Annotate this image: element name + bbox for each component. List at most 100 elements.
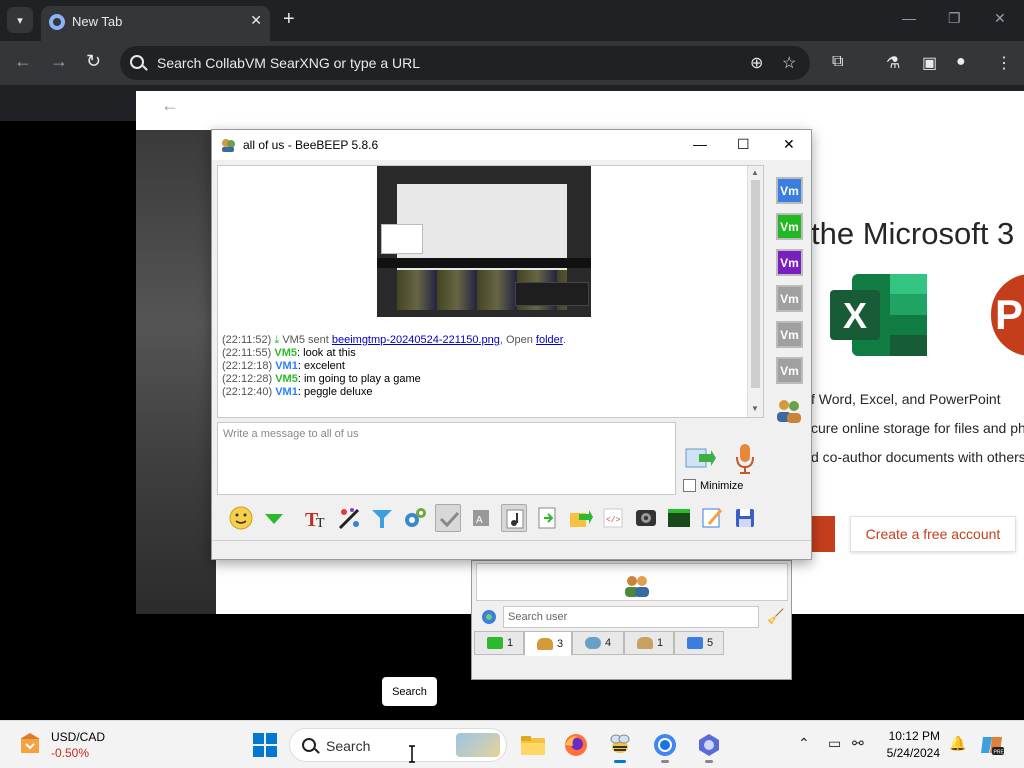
- member-avatar[interactable]: Vm: [776, 249, 803, 276]
- network-volume-icon[interactable]: ⚯: [852, 735, 864, 752]
- font-color-icon[interactable]: [336, 504, 362, 532]
- sign-in-button[interactable]: [811, 516, 835, 552]
- html-code-icon[interactable]: </>: [600, 504, 626, 532]
- hero-heading: the Microsoft 3: [811, 216, 1015, 251]
- send-message-icon[interactable]: [685, 446, 717, 470]
- message-text: : excelent: [297, 360, 345, 372]
- member-avatar[interactable]: Vm: [776, 321, 803, 348]
- profile-avatar-icon[interactable]: ●: [956, 53, 966, 71]
- tab-close-icon[interactable]: ✕: [250, 12, 262, 29]
- sound-note-icon[interactable]: [501, 504, 527, 532]
- scroll-down-arrow-icon[interactable]: ▼: [751, 404, 759, 413]
- tab-users[interactable]: 3: [524, 631, 572, 656]
- chat-close-button[interactable]: ✕: [783, 136, 795, 153]
- search-icon: [130, 55, 144, 69]
- page-back-arrow-icon[interactable]: ←: [161, 95, 179, 116]
- chrome-favicon-icon: [49, 14, 65, 30]
- member-avatar[interactable]: Vm: [776, 357, 803, 384]
- members-group-icon[interactable]: [774, 397, 804, 425]
- minimize-checkbox[interactable]: [683, 479, 696, 492]
- edit-note-icon[interactable]: [699, 504, 725, 532]
- expand-down-icon[interactable]: [261, 504, 287, 532]
- message-input[interactable]: Write a message to all of us: [217, 422, 676, 495]
- create-account-button[interactable]: Create a free account: [850, 516, 1016, 552]
- forward-button[interactable]: →: [50, 51, 68, 72]
- chat-scrollbar[interactable]: ▲ ▼: [747, 166, 763, 417]
- font-icon[interactable]: TT: [303, 504, 329, 532]
- word-completer-icon[interactable]: A: [468, 504, 494, 532]
- scrollbar-thumb[interactable]: [751, 180, 760, 388]
- shared-screenshot-image[interactable]: [377, 166, 591, 317]
- chat-minimize-button[interactable]: —: [693, 136, 707, 152]
- copilot-pre-icon[interactable]: PRE: [980, 733, 1004, 757]
- chat-titlebar[interactable]: all of us - BeeBEEP 5.8.6 — ☐ ✕: [212, 130, 811, 160]
- firefox-icon[interactable]: [563, 732, 589, 758]
- tab-network[interactable]: 5: [674, 631, 724, 655]
- tab-people[interactable]: 1: [624, 631, 674, 655]
- reload-button[interactable]: ↻: [86, 51, 101, 72]
- stock-market-icon[interactable]: [17, 731, 43, 757]
- stock-name[interactable]: USD/CAD: [51, 730, 105, 744]
- address-bar[interactable]: Search CollabVM SearXNG or type a URL ⊕ …: [120, 46, 810, 80]
- back-button[interactable]: ←: [14, 51, 32, 72]
- excel-logo-icon: X: [830, 274, 927, 356]
- message-text: .: [562, 334, 566, 346]
- stock-change[interactable]: -0.50%: [51, 746, 89, 760]
- network-icon: [687, 637, 703, 649]
- tab-search-button[interactable]: ▾: [7, 7, 33, 33]
- microphone-icon[interactable]: [734, 443, 756, 475]
- start-button-windows-icon[interactable]: [253, 733, 277, 757]
- window-minimize-button[interactable]: —: [902, 10, 916, 26]
- camera-screenshot-icon[interactable]: [633, 504, 659, 532]
- new-tab-button[interactable]: +: [283, 8, 295, 30]
- window-restore-button[interactable]: ❐: [948, 10, 961, 27]
- settings-gears-icon[interactable]: [402, 504, 428, 532]
- open-folder-link[interactable]: folder: [536, 334, 563, 346]
- network-status-icon: [482, 610, 496, 624]
- search-user-input[interactable]: Search user: [503, 606, 759, 628]
- side-panel-icon[interactable]: ▣: [922, 53, 937, 73]
- chrome-taskbar-icon[interactable]: [652, 732, 678, 758]
- bookmark-star-icon[interactable]: ☆: [782, 53, 796, 73]
- file-explorer-icon[interactable]: [520, 732, 546, 758]
- clock-time[interactable]: 10:12 PM: [888, 729, 940, 743]
- window-close-button[interactable]: ✕: [994, 10, 1006, 27]
- spell-check-icon[interactable]: [435, 504, 461, 532]
- tab-groups[interactable]: 4: [572, 631, 624, 655]
- tab-new-tab[interactable]: New Tab ✕: [41, 6, 270, 41]
- member-avatar[interactable]: Vm: [776, 285, 803, 312]
- send-file-icon[interactable]: [567, 504, 593, 532]
- display-icon[interactable]: ▭: [828, 735, 841, 752]
- zoom-icon[interactable]: ⊕: [750, 53, 763, 73]
- tray-overflow-chevron-icon[interactable]: ⌃: [798, 735, 810, 752]
- beebeep-taskbar-icon[interactable]: [607, 732, 633, 758]
- emoji-icon[interactable]: [228, 504, 254, 532]
- screen-capture-icon[interactable]: [666, 504, 692, 532]
- extensions-icon[interactable]: ⧉: [832, 53, 843, 71]
- clear-broom-icon[interactable]: 🧹: [767, 608, 784, 625]
- scroll-up-arrow-icon[interactable]: ▲: [751, 168, 759, 177]
- save-chat-icon[interactable]: [534, 504, 560, 532]
- text-cursor-icon: [409, 745, 415, 763]
- message-sender: VM5: [274, 347, 298, 359]
- chat-history[interactable]: (22:11:52) ⤓ VM5 sent beeimgtmp-20240524…: [217, 165, 764, 418]
- member-avatar[interactable]: Vm: [776, 177, 803, 204]
- member-avatar[interactable]: Vm: [776, 213, 803, 240]
- file-link[interactable]: beeimgtmp-20240524-221150.png: [332, 334, 500, 346]
- save-disk-icon[interactable]: [732, 504, 758, 532]
- taskbar-search[interactable]: Search: [289, 728, 507, 762]
- menu-kebab-icon[interactable]: ⋮: [996, 53, 1012, 73]
- chat-maximize-button[interactable]: ☐: [737, 136, 750, 153]
- message-time: (22:12:28): [222, 373, 273, 385]
- labs-icon[interactable]: ⚗: [886, 53, 900, 73]
- message-input-placeholder: Write a message to all of us: [223, 428, 359, 440]
- message-text: sent: [304, 334, 332, 346]
- tab-chats[interactable]: 1: [474, 631, 524, 655]
- filter-icon[interactable]: [369, 504, 395, 532]
- copilot-app-icon[interactable]: [696, 732, 722, 758]
- svg-text:PRE: PRE: [994, 750, 1005, 756]
- notification-bell-icon[interactable]: 🔔: [949, 735, 966, 752]
- clock-date[interactable]: 5/24/2024: [878, 746, 940, 760]
- beebeep-app-icon: [222, 139, 235, 152]
- search-icon: [302, 738, 316, 752]
